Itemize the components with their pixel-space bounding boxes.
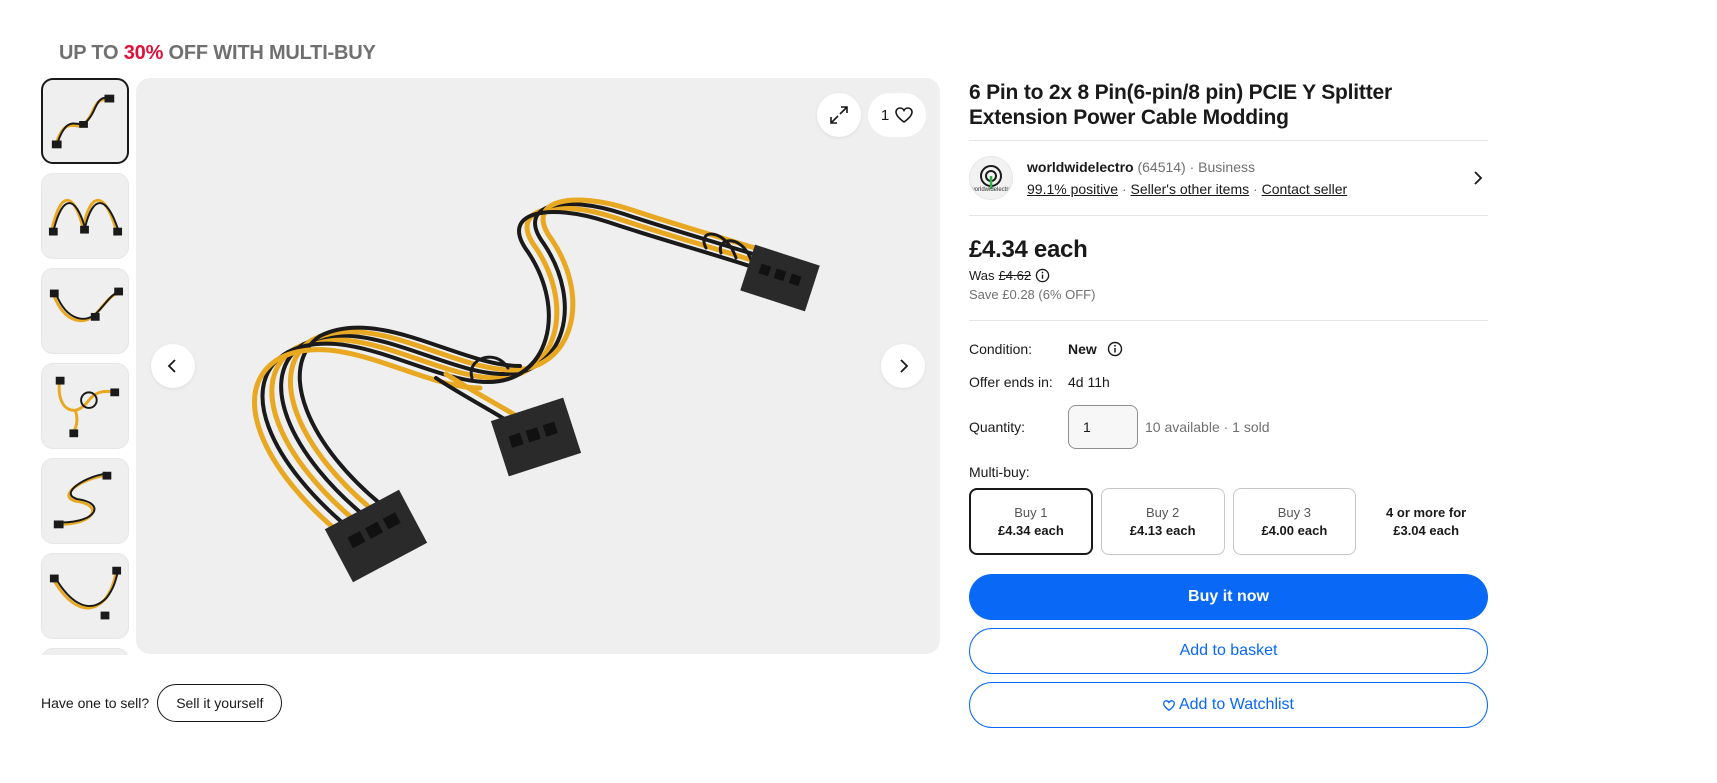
link-separator: · — [1253, 181, 1258, 197]
quantity-input[interactable]: 1 — [1068, 405, 1138, 449]
cable-thumbnail-image — [49, 566, 122, 620]
cable-thumbnail-image — [55, 376, 120, 438]
watch-count: 1 — [880, 106, 890, 124]
seller-logo-text: worldwidelectro — [970, 187, 1012, 193]
price-block: £4.34 each Was £4.62 Save £0.28 (6% OFF) — [969, 216, 1488, 320]
quantity-row: Quantity: 1 10 available · 1 sold — [969, 405, 1488, 449]
promo-highlight: 30% — [123, 42, 164, 64]
cable-thumbnail-image — [48, 198, 123, 236]
info-icon[interactable] — [1035, 268, 1050, 283]
multibuy-option-3[interactable]: Buy 3 £4.00 each — [1232, 488, 1357, 555]
multibuy-qty: Buy 2 — [1146, 505, 1180, 520]
multibuy-option-more[interactable]: 4 or more for £3.04 each — [1364, 488, 1488, 555]
quantity-label: Quantity: — [969, 419, 1026, 435]
multibuy-option-2[interactable]: Buy 2 £4.13 each — [1100, 488, 1225, 555]
thumbnail-2[interactable] — [41, 173, 129, 259]
condition-label: Condition: — [969, 341, 1033, 357]
seller-feedback-count: (64514) — [1137, 159, 1186, 175]
thumbnail-7[interactable] — [41, 648, 129, 655]
info-icon[interactable] — [1107, 341, 1123, 357]
cable-thumbnail-image — [49, 287, 124, 323]
heart-icon — [895, 107, 913, 123]
previous-image-button[interactable] — [151, 344, 195, 388]
main-product-image[interactable]: 1 — [136, 78, 940, 654]
savings-text: Save £0.28 (6% OFF) — [969, 287, 1096, 302]
multibuy-more-line2: £3.04 each — [1393, 522, 1460, 538]
thumbnail-1[interactable] — [41, 78, 129, 164]
multibuy-qty: Buy 3 — [1277, 505, 1311, 520]
buy-it-now-button[interactable]: Buy it now — [969, 574, 1488, 620]
cable-thumbnail-image — [51, 94, 115, 149]
seller-info: worldwidelectro (64514) · Business 99.1%… — [1027, 159, 1468, 197]
was-price: £4.62 — [998, 268, 1032, 283]
chevron-left-icon — [167, 359, 176, 373]
heart-icon — [1162, 699, 1175, 711]
seller-type: · Business — [1189, 159, 1255, 175]
multibuy-price: £4.34 each — [997, 523, 1064, 538]
multibuy-qty: Buy 1 — [1014, 505, 1048, 520]
divider — [969, 320, 1488, 321]
condition-row: Condition: New — [969, 341, 1488, 357]
add-to-basket-button[interactable]: Add to basket — [969, 628, 1488, 674]
seller-card[interactable]: worldwidelectro worldwidelectro (64514) … — [969, 141, 1488, 215]
multibuy-label: Multi-buy: — [969, 464, 1030, 480]
expand-image-button[interactable] — [817, 93, 861, 137]
thumbnail-strip — [41, 78, 129, 655]
multibuy-options: Buy 1 £4.34 each Buy 2 £4.13 each Buy 3 … — [969, 488, 1488, 555]
offer-ends-row: Offer ends in: 4d 11h — [969, 374, 1488, 390]
cable-product-photo — [252, 197, 820, 583]
thumbnail-4[interactable] — [41, 363, 129, 449]
link-separator: · — [1121, 181, 1127, 197]
multibuy-more-line1: 4 or more for — [1386, 504, 1467, 520]
thumbnail-5[interactable] — [41, 458, 129, 544]
seller-name[interactable]: worldwidelectro — [1027, 159, 1134, 175]
sell-it-yourself-button[interactable]: Sell it yourself — [157, 684, 283, 722]
sell-yours-row: Have one to sell? Sell it yourself — [41, 684, 283, 722]
promo-suffix: OFF WITH MULTI-BUY — [163, 42, 376, 64]
thumbnail-6[interactable] — [41, 553, 129, 639]
thumbnail-3[interactable] — [41, 268, 129, 354]
offer-value: 4d 11h — [1068, 374, 1110, 390]
sell-prompt: Have one to sell? — [41, 695, 150, 711]
offer-label: Offer ends in: — [969, 374, 1053, 390]
add-to-watchlist-button[interactable]: Add to Watchlist — [969, 682, 1488, 728]
seller-other-items-link[interactable]: Seller's other items — [1131, 181, 1250, 197]
contact-seller-link[interactable]: Contact seller — [1262, 181, 1348, 197]
chevron-right-icon[interactable] — [1468, 168, 1488, 188]
was-price-row: Was £4.62 — [969, 268, 1488, 283]
promo-prefix: UP TO — [59, 42, 124, 64]
expand-icon — [830, 106, 848, 124]
condition-value: New — [1068, 341, 1097, 357]
cable-thumbnail-image — [53, 471, 112, 529]
promo-banner: UP TO 30% OFF WITH MULTI-BUY — [59, 42, 376, 65]
availability-text: 10 available · 1 sold — [1145, 419, 1270, 435]
multibuy-option-1[interactable]: Buy 1 £4.34 each — [969, 488, 1093, 555]
next-image-button[interactable] — [881, 344, 925, 388]
watch-count-button[interactable]: 1 — [868, 93, 926, 137]
product-details-panel: 6 Pin to 2x 8 Pin(6-pin/8 pin) PCIE Y Sp… — [969, 78, 1488, 728]
watchlist-label: Add to Watchlist — [1178, 696, 1294, 713]
chevron-right-icon — [900, 359, 909, 373]
multibuy-price: £4.00 each — [1261, 523, 1328, 538]
product-title: 6 Pin to 2x 8 Pin(6-pin/8 pin) PCIE Y Sp… — [969, 81, 1392, 129]
multibuy-price: £4.13 each — [1129, 523, 1196, 538]
seller-avatar[interactable]: worldwidelectro — [969, 156, 1013, 200]
seller-positive-link[interactable]: 99.1% positive — [1027, 181, 1118, 197]
was-label: Was — [969, 268, 995, 283]
current-price: £4.34 each — [969, 236, 1088, 263]
